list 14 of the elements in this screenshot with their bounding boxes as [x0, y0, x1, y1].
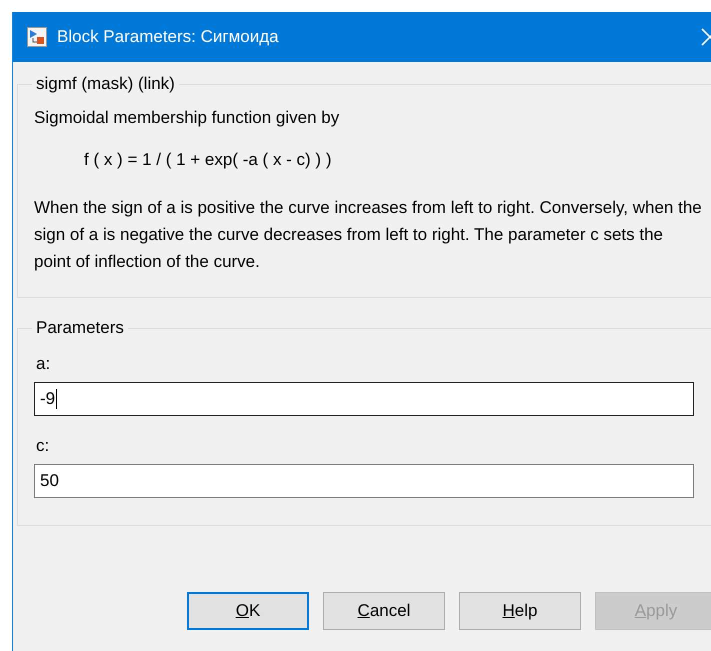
group-legend: sigmf (mask) (link): [32, 74, 179, 94]
window-title: Block Parameters: Сигмоида: [57, 27, 280, 47]
formula-text: f ( x ) = 1 / ( 1 + exp( -a ( x - c) ) ): [84, 150, 332, 170]
input-field[interactable]: -9: [34, 382, 694, 416]
dialog-button[interactable]: OK: [187, 592, 309, 630]
block-icon: [27, 27, 47, 47]
field-label: c:: [36, 436, 50, 456]
group-legend: Parameters: [32, 318, 128, 338]
description-text: When the sign of a is positive the curve increases from left to right. Conversely, when the sign of a is negative the curve decreases from left to right. The parameter c sets the point of inflection of the curve.: [34, 197, 703, 273]
dialog-button[interactable]: Cancel: [323, 592, 445, 630]
field-label: a:: [36, 354, 52, 374]
dialog-button[interactable]: Help: [459, 592, 581, 630]
intro-text: Sigmoidal membership function given by: [34, 108, 340, 128]
input-field[interactable]: 50: [34, 464, 694, 498]
